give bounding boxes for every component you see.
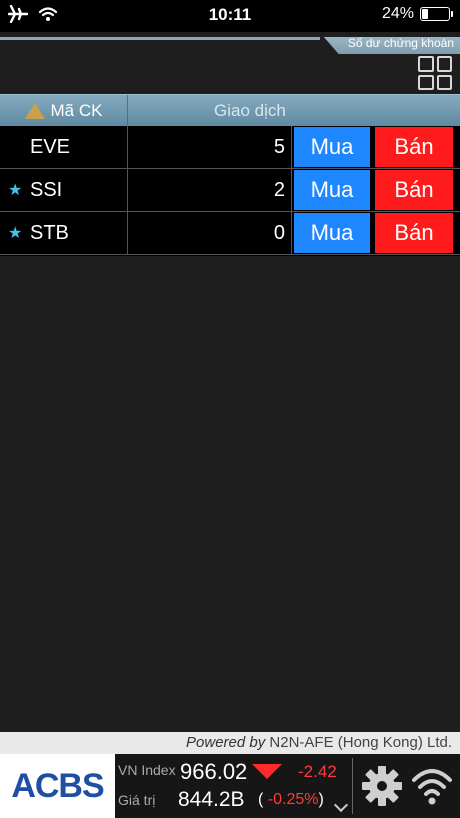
stock-code: SSI — [30, 178, 63, 201]
column-header-trade: Giao dịch — [214, 101, 286, 120]
table-row[interactable]: EVE 5 Mua Bán — [0, 126, 460, 169]
index-value: 966.02 — [180, 759, 248, 784]
grid-view-icon[interactable] — [418, 56, 452, 90]
tab-stock-balance-label[interactable]: Số dư chứng khoán — [348, 36, 454, 50]
buy-button[interactable]: Mua — [294, 213, 370, 253]
value-label: Giá trị — [118, 792, 156, 808]
empty-content-area — [0, 256, 460, 732]
table-row[interactable]: ★ STB 0 Mua Bán — [0, 212, 460, 255]
star-icon: ★ — [8, 182, 23, 199]
sell-button[interactable]: Bán — [375, 170, 453, 210]
app-header: Số dư chứng khoán — [0, 32, 460, 94]
market-footer: ACBS VN Index 966.02 -2.42 Giá trị 844.2… — [0, 754, 460, 818]
quantity-cell: 0 — [128, 212, 292, 254]
column-header-code[interactable]: Mã CK — [0, 95, 128, 127]
value-percent: ( -0.25%) — [258, 791, 324, 808]
gear-icon[interactable] — [360, 764, 404, 808]
chevron-down-icon[interactable] — [333, 797, 349, 813]
index-change: -2.42 — [298, 762, 337, 781]
stock-code-cell: ★ STB — [0, 212, 128, 254]
value-amount: 844.2B — [178, 788, 245, 811]
sell-button[interactable]: Bán — [375, 213, 453, 253]
buy-button[interactable]: Mua — [294, 127, 370, 167]
stock-code: EVE — [30, 135, 71, 158]
quantity-cell: 5 — [128, 126, 292, 168]
stock-code: STB — [30, 221, 69, 244]
acbs-logo: ACBS — [0, 754, 115, 818]
powered-prefix: Powered by — [186, 734, 266, 751]
buy-button[interactable]: Mua — [294, 170, 370, 210]
powered-by-bar: Powered by N2N-AFE (Hong Kong) Ltd. — [0, 732, 460, 754]
powered-company: N2N-AFE (Hong Kong) Ltd. — [269, 734, 452, 751]
status-bar: 10:11 24% — [0, 0, 460, 32]
table-row[interactable]: ★ SSI 2 Mua Bán — [0, 169, 460, 212]
stock-code-cell: ★ SSI — [0, 169, 128, 211]
index-label: VN Index — [118, 762, 176, 778]
down-arrow-icon — [252, 764, 282, 779]
holdings-table: EVE 5 Mua Bán ★ SSI 2 Mua Bán ★ STB 0 Mu… — [0, 126, 460, 255]
connection-status-icon[interactable] — [410, 764, 454, 808]
sell-button[interactable]: Bán — [375, 127, 453, 167]
battery-percent: 24% — [381, 5, 414, 22]
footer-divider — [352, 758, 353, 814]
battery-fill — [422, 9, 428, 19]
table-header: Mã CK Giao dịch — [0, 94, 460, 127]
star-icon: ★ — [8, 225, 23, 242]
battery-icon — [420, 7, 453, 21]
quantity-cell: 2 — [128, 169, 292, 211]
sort-ascending-icon — [24, 103, 45, 119]
stock-code-cell: EVE — [0, 126, 128, 168]
header-divider — [0, 37, 320, 40]
